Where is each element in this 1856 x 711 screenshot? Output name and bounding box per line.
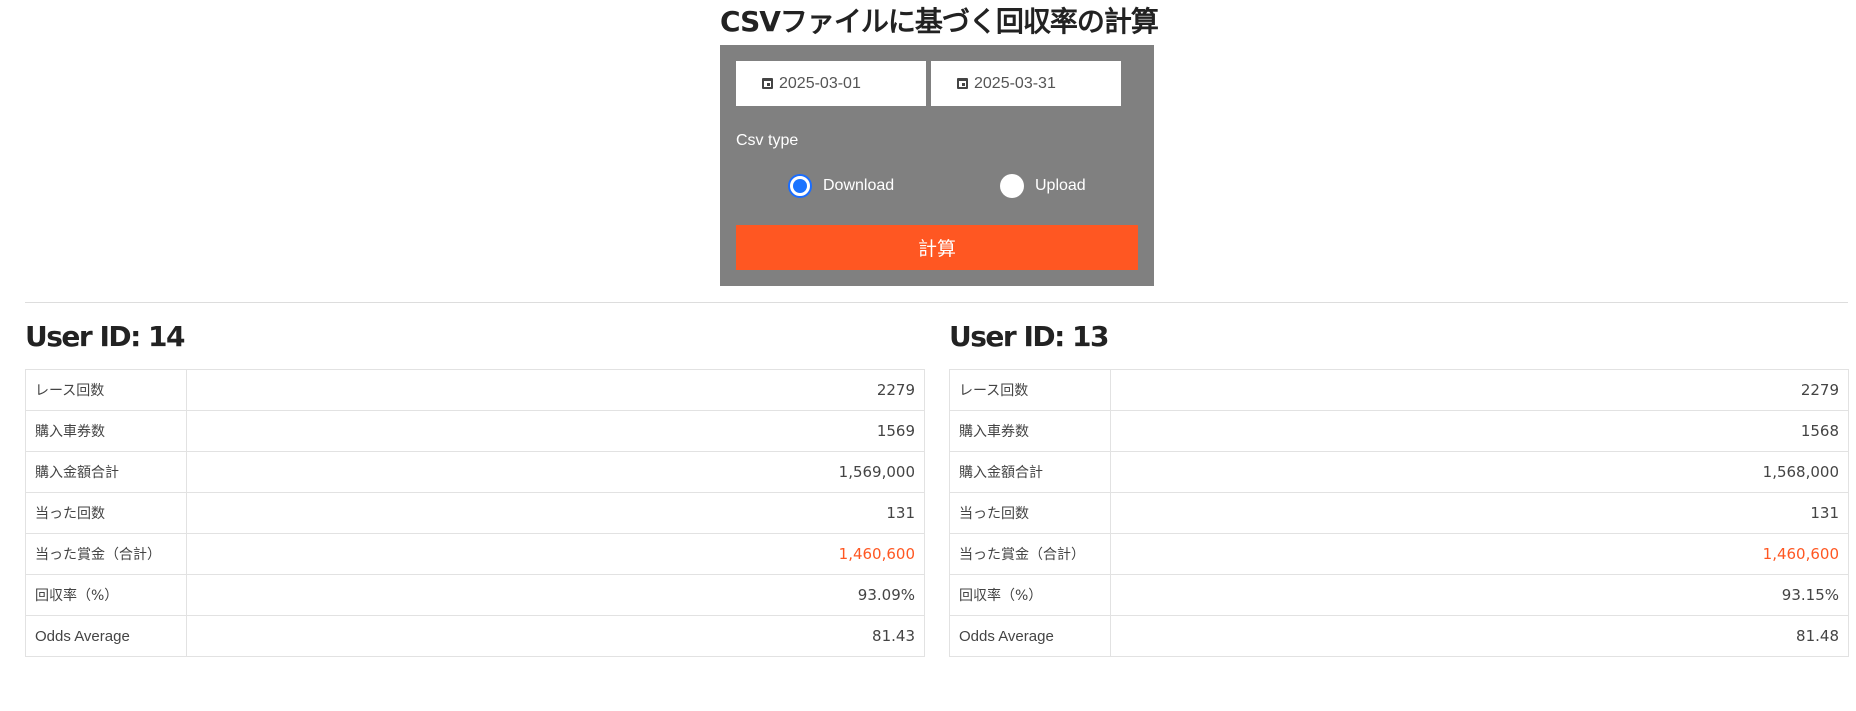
row-value: 1,569,000 — [186, 451, 925, 493]
row-label: 回収率（%） — [25, 574, 187, 616]
row-value: 2279 — [1110, 369, 1849, 411]
row-value: 1568 — [1110, 410, 1849, 452]
table-row: 購入車券数 1569 — [25, 410, 925, 452]
user-title: User ID: 14 — [25, 320, 186, 353]
radio-download-label[interactable]: Download — [823, 177, 894, 195]
table-row: 購入金額合計 1,568,000 — [949, 451, 1849, 493]
row-value: 131 — [186, 492, 925, 534]
stats-table: レース回数 2279 購入車券数 1569 購入金額合計 1,569,000 当… — [25, 369, 925, 657]
row-value: 1569 — [186, 410, 925, 452]
row-label: 購入車券数 — [949, 410, 1111, 452]
row-label: 回収率（%） — [949, 574, 1111, 616]
radio-upload[interactable]: Upload — [1000, 174, 1086, 198]
stats-table: レース回数 2279 購入車券数 1568 購入金額合計 1,568,000 当… — [949, 369, 1849, 657]
row-label: 購入車券数 — [25, 410, 187, 452]
calendar-icon — [762, 78, 773, 89]
row-value: 81.43 — [186, 615, 925, 657]
row-label: Odds Average — [25, 615, 187, 657]
end-date-input[interactable]: 2025-03-31 — [931, 61, 1121, 106]
row-label: レース回数 — [25, 369, 187, 411]
section-divider — [25, 302, 1848, 303]
start-date-value: 2025-03-01 — [779, 74, 861, 92]
user-stats-13: User ID: 13 レース回数 2279 購入車券数 1568 購入金額合計… — [949, 320, 1849, 657]
row-label: 当った回数 — [949, 492, 1111, 534]
row-value: 81.48 — [1110, 615, 1849, 657]
row-value-prize: 1,460,600 — [186, 533, 925, 575]
radio-upload-circle[interactable] — [1000, 174, 1024, 198]
table-row: Odds Average 81.43 — [25, 615, 925, 657]
row-label: 購入金額合計 — [25, 451, 187, 493]
table-row: レース回数 2279 — [949, 369, 1849, 411]
page-title: CSVファイルに基づく回収率の計算 — [720, 5, 1159, 38]
row-label: 当った賞金（合計） — [949, 533, 1111, 575]
row-label: 購入金額合計 — [949, 451, 1111, 493]
row-value: 131 — [1110, 492, 1849, 534]
table-row: 購入金額合計 1,569,000 — [25, 451, 925, 493]
start-date-input[interactable]: 2025-03-01 — [736, 61, 926, 106]
table-row: 当った賞金（合計） 1,460,600 — [949, 533, 1849, 575]
row-value-prize: 1,460,600 — [1110, 533, 1849, 575]
user-title: User ID: 13 — [949, 320, 1110, 353]
row-value: 1,568,000 — [1110, 451, 1849, 493]
row-label: 当った回数 — [25, 492, 187, 534]
user-stats-14: User ID: 14 レース回数 2279 購入車券数 1569 購入金額合計… — [25, 320, 925, 657]
table-row: 回収率（%） 93.15% — [949, 574, 1849, 616]
table-row: 購入車券数 1568 — [949, 410, 1849, 452]
calculation-form: 2025-03-01 2025-03-31 Csv type Download … — [720, 45, 1154, 286]
end-date-value: 2025-03-31 — [974, 74, 1056, 92]
row-value: 2279 — [186, 369, 925, 411]
calculate-button[interactable]: 計算 — [736, 225, 1138, 270]
calendar-icon — [957, 78, 968, 89]
table-row: 回収率（%） 93.09% — [25, 574, 925, 616]
table-row: 当った回数 131 — [949, 492, 1849, 534]
table-row: Odds Average 81.48 — [949, 615, 1849, 657]
radio-download[interactable]: Download — [788, 174, 894, 198]
row-label: 当った賞金（合計） — [25, 533, 187, 575]
table-row: レース回数 2279 — [25, 369, 925, 411]
row-value: 93.15% — [1110, 574, 1849, 616]
table-row: 当った賞金（合計） 1,460,600 — [25, 533, 925, 575]
radio-download-circle[interactable] — [788, 174, 812, 198]
row-label: レース回数 — [949, 369, 1111, 411]
row-value: 93.09% — [186, 574, 925, 616]
radio-upload-label[interactable]: Upload — [1035, 177, 1086, 195]
csv-type-label: Csv type — [736, 132, 799, 149]
row-label: Odds Average — [949, 615, 1111, 657]
table-row: 当った回数 131 — [25, 492, 925, 534]
